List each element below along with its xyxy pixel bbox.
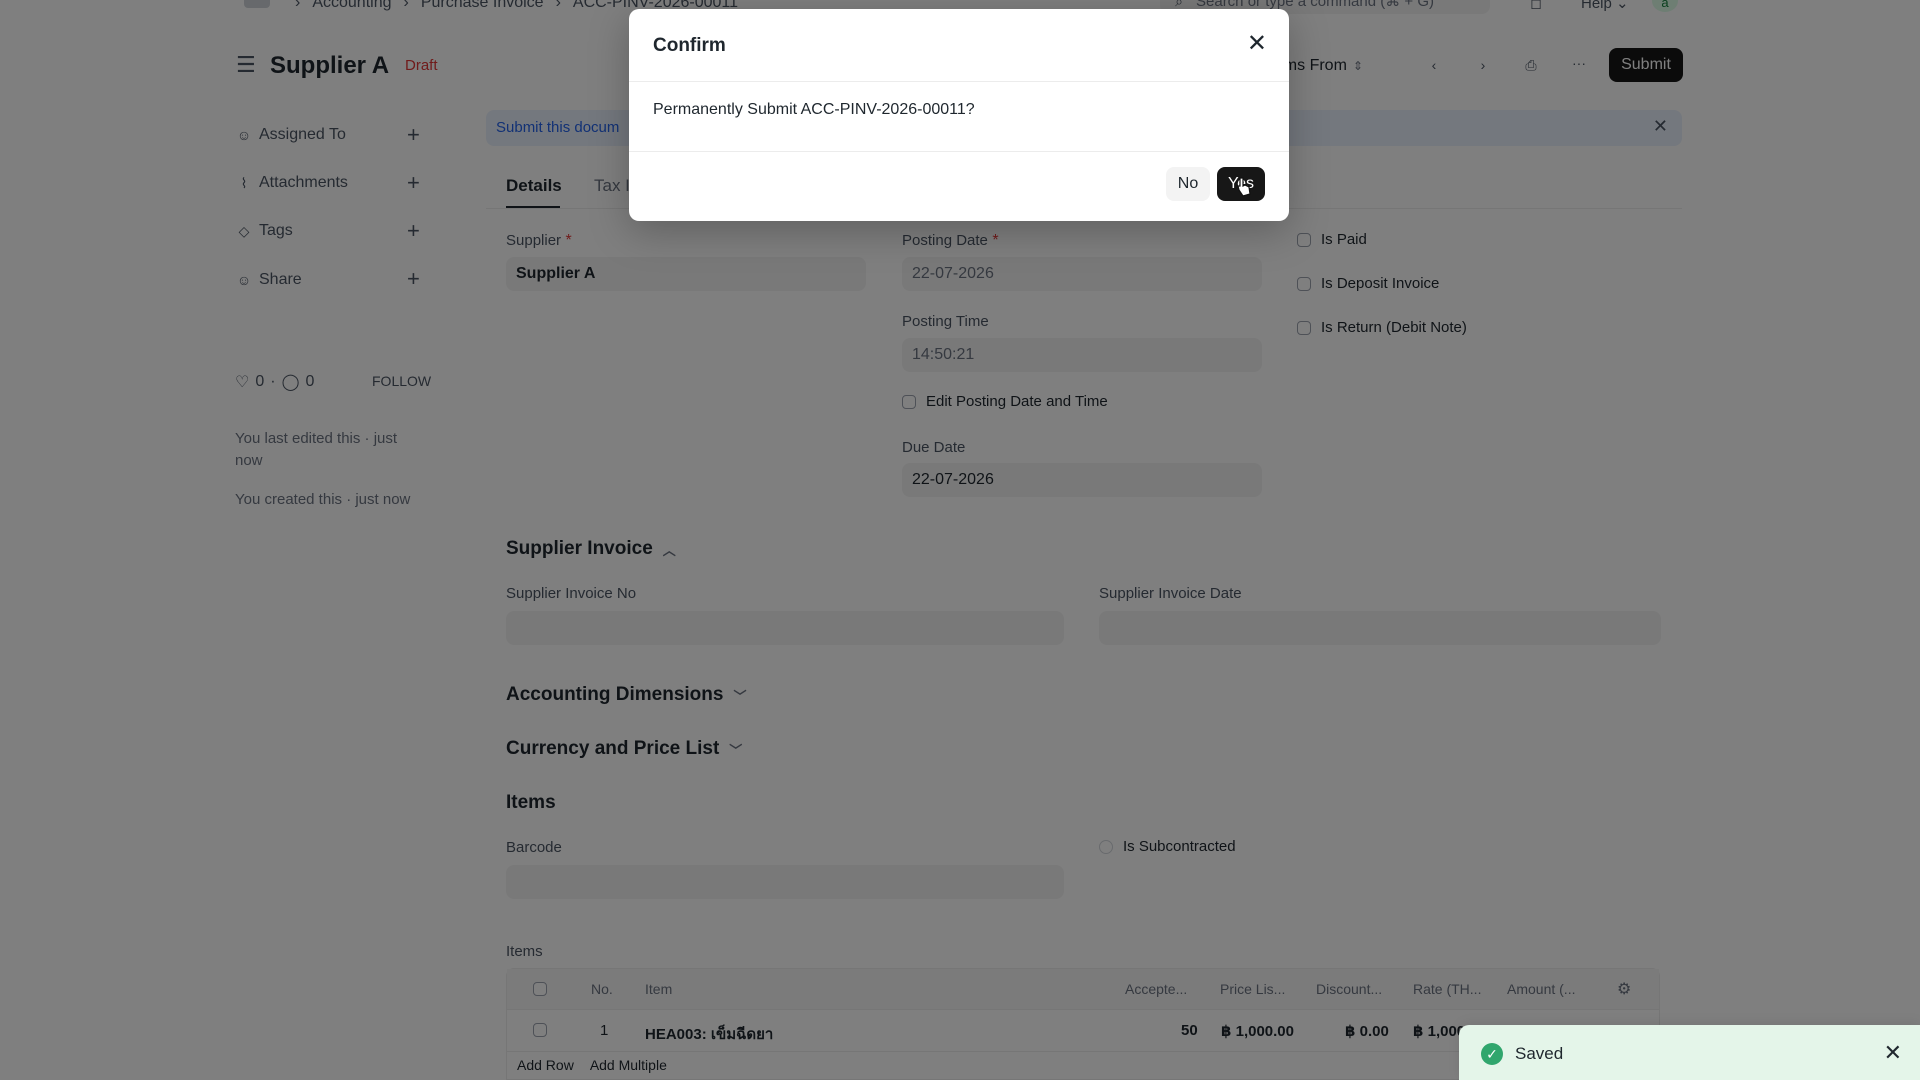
close-icon[interactable]: ✕ [1884, 1040, 1902, 1066]
confirm-dialog: Confirm ✕ Permanently Submit ACC-PINV-20… [629, 9, 1289, 221]
dialog-header-divider [629, 81, 1289, 82]
dialog-title: Confirm [653, 35, 726, 56]
dialog-footer-divider [629, 151, 1289, 152]
mouse-cursor-icon [1237, 177, 1251, 197]
check-circle-icon: ✓ [1481, 1043, 1503, 1065]
close-icon[interactable]: ✕ [1247, 29, 1267, 58]
no-button[interactable]: No [1166, 167, 1210, 201]
dialog-message: Permanently Submit ACC-PINV-2026-00011? [653, 101, 975, 118]
saved-toast: ✓ Saved ✕ [1459, 1025, 1920, 1080]
toast-message: Saved [1515, 1044, 1564, 1063]
